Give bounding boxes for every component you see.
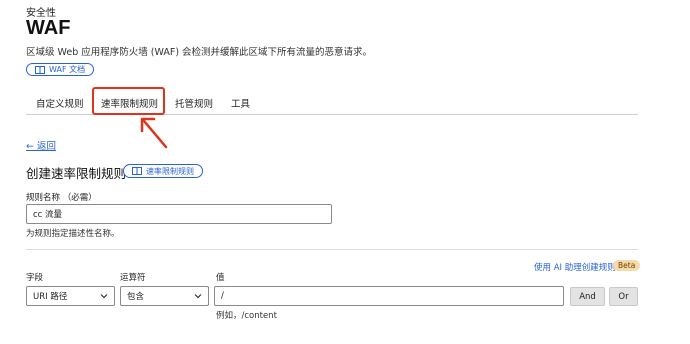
value-example: 例如，/content bbox=[216, 311, 277, 321]
operator-select[interactable]: 包含 bbox=[120, 286, 209, 306]
book-icon bbox=[132, 167, 142, 175]
value-label: 值 bbox=[216, 273, 225, 283]
section-divider bbox=[26, 249, 638, 250]
tab-managed-rules[interactable]: 托管规则 bbox=[175, 96, 213, 110]
and-button[interactable]: And bbox=[570, 287, 605, 306]
tab-tools[interactable]: 工具 bbox=[231, 96, 250, 110]
book-icon bbox=[35, 65, 45, 74]
waf-docs-button-label: WAF 文档 bbox=[49, 65, 86, 74]
or-button[interactable]: Or bbox=[609, 287, 638, 306]
beta-badge: Beta bbox=[613, 260, 641, 271]
rate-limit-docs-button-label: 速率限制规则 bbox=[146, 166, 194, 176]
rate-limit-docs-button[interactable]: 速率限制规则 bbox=[123, 164, 203, 178]
tab-custom-rules[interactable]: 自定义规则 bbox=[36, 96, 84, 110]
back-link[interactable]: ← 返回 bbox=[26, 138, 56, 152]
rule-name-input[interactable]: cc 流量 bbox=[26, 204, 332, 224]
value-input[interactable]: / bbox=[214, 286, 564, 306]
rule-name-help: 为规则指定描述性名称。 bbox=[26, 229, 120, 239]
highlight-box bbox=[92, 87, 165, 115]
page-title: WAF bbox=[26, 17, 71, 39]
rule-name-label: 规则名称 （必需） bbox=[26, 193, 97, 203]
field-label: 字段 bbox=[26, 273, 44, 283]
field-select[interactable]: URI 路径 bbox=[26, 286, 115, 306]
annotation-arrow-icon bbox=[140, 117, 168, 149]
chevron-down-icon bbox=[194, 294, 202, 299]
operator-select-value: 包含 bbox=[127, 292, 145, 302]
section-title: 创建速率限制规则 bbox=[26, 166, 127, 181]
field-select-value: URI 路径 bbox=[33, 292, 68, 302]
page-description: 区域级 Web 应用程序防火墙 (WAF) 会检测并缓解此区域下所有流量的恶意请… bbox=[26, 47, 373, 58]
operator-label: 运算符 bbox=[120, 273, 146, 283]
ai-builder-link[interactable]: 使用 AI 助理创建规则 bbox=[534, 261, 616, 273]
waf-docs-button[interactable]: WAF 文档 bbox=[26, 63, 95, 76]
chevron-down-icon bbox=[100, 294, 108, 299]
